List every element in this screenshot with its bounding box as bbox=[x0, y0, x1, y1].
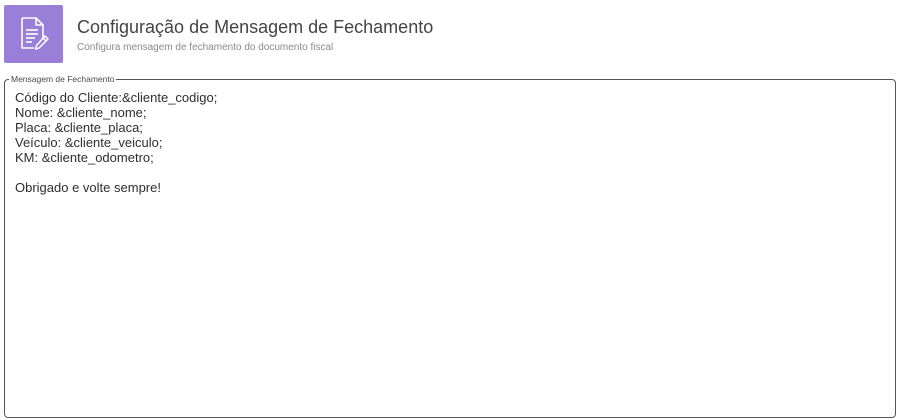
closing-message-fieldset: Mensagem de Fechamento Código do Cliente… bbox=[4, 74, 896, 418]
page-title: Configuração de Mensagem de Fechamento bbox=[77, 17, 434, 37]
closing-message-legend: Mensagem de Fechamento bbox=[11, 74, 115, 84]
page-subtitle: Configura mensagem de fechamento do docu… bbox=[77, 42, 334, 53]
document-edit-icon bbox=[4, 5, 63, 63]
closing-message-textarea[interactable]: Código do Cliente:&cliente_codigo; Nome:… bbox=[15, 90, 885, 409]
page-header: Configuração de Mensagem de Fechamento C… bbox=[4, 5, 433, 65]
